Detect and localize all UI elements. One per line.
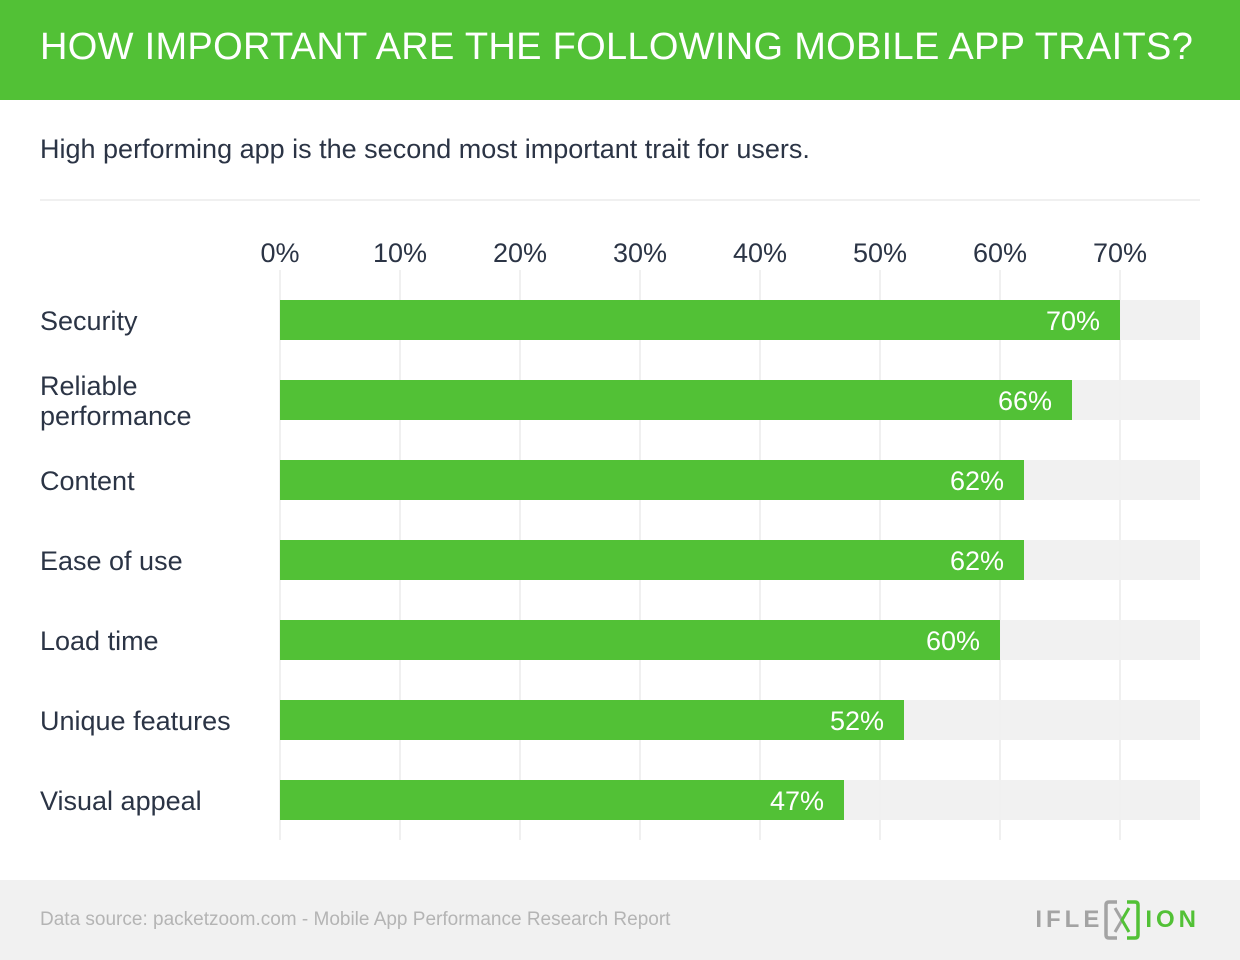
chart-title: HOW IMPORTANT ARE THE FOLLOWING MOBILE A… [40,26,1194,68]
bar [280,700,904,740]
bar [280,620,1000,660]
divider [40,199,1200,201]
bar-value-label: 62% [950,546,1004,576]
bar-chart: 0% 10% 20% 30% 40% 50% 60% 70% 70% 66% 62% 62% 60% 5… [40,238,1200,840]
x-tick-label: 30% [613,238,667,268]
bar [280,540,1024,580]
chart-subtitle: High performing app is the second most i… [40,134,810,164]
bar [280,380,1072,420]
x-tick-label: 20% [493,238,547,268]
iflexion-logo: IFLE ION [1035,899,1200,941]
data-source-note: Data source: packetzoom.com - Mobile App… [40,909,671,930]
bar-value-label: 70% [1046,306,1100,336]
bar-value-label: 62% [950,466,1004,496]
category-label: Unique features [40,706,231,736]
bar [280,460,1024,500]
x-tick-label: 40% [733,238,787,268]
x-tick-label: 60% [973,238,1027,268]
logo-text-right: ION [1145,906,1200,933]
x-axis-ticks: 0% 10% 20% 30% 40% 50% 60% 70% [260,238,1147,268]
bar-value-label: 60% [926,626,980,656]
title-banner: HOW IMPORTANT ARE THE FOLLOWING MOBILE A… [0,0,1240,100]
footer: Data source: packetzoom.com - Mobile App… [0,880,1240,960]
bar-value-label: 47% [770,786,824,816]
bar-value-label: 66% [998,386,1052,416]
logo-text-left: IFLE [1035,906,1104,933]
category-label: Content [40,466,135,496]
x-tick-label: 50% [853,238,907,268]
x-tick-label: 10% [373,238,427,268]
category-label: Ease of use [40,546,183,576]
bar-value-label: 52% [830,706,884,736]
bar [280,780,844,820]
x-tick-label: 70% [1093,238,1147,268]
category-label: Security [40,306,138,336]
bar [280,300,1120,340]
category-label: Visual appeal [40,786,202,816]
bars: 70% 66% 62% 62% 60% 52% 47% [280,300,1120,820]
category-label: Load time [40,626,159,656]
category-labels: Security Reliable performance Content Ease o… [40,306,231,816]
category-label: Reliable performance [40,371,192,431]
logo-x-mark-icon [1104,900,1141,940]
x-tick-label: 0% [260,238,299,268]
